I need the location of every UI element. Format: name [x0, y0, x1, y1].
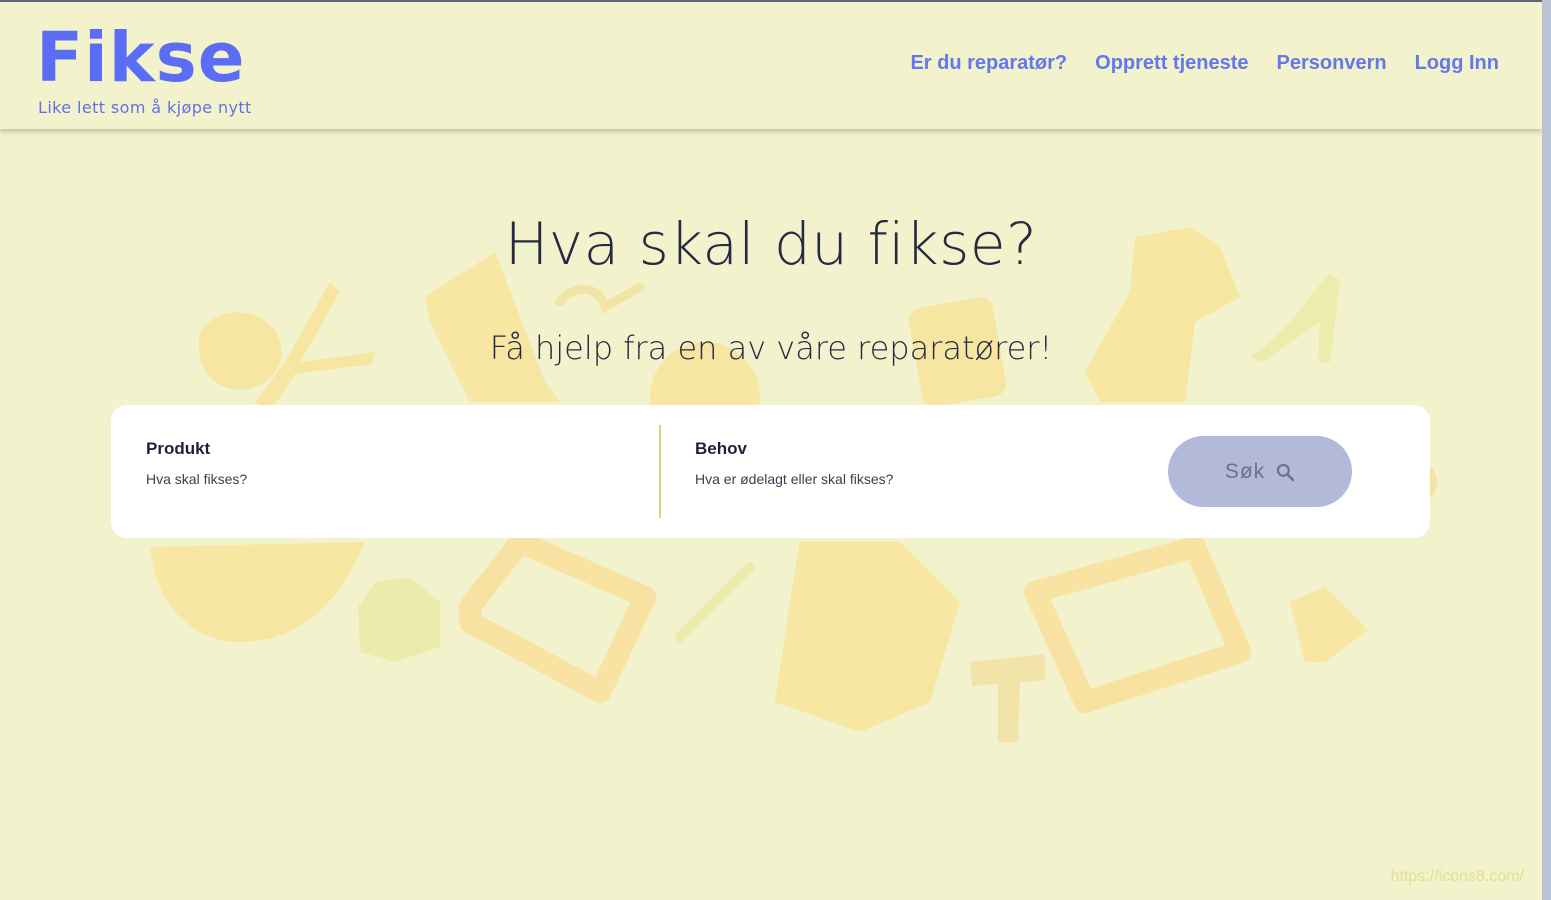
vest-illustration: [775, 542, 960, 732]
logo[interactable]: Fikse: [36, 22, 246, 94]
search-icon: [1277, 463, 1295, 481]
main-nav: Er du reparatør? Opprett tjeneste Person…: [910, 52, 1499, 75]
nav-link-repairer[interactable]: Er du reparatør?: [910, 52, 1067, 75]
nav-link-privacy[interactable]: Personvern: [1277, 52, 1387, 75]
monitor-illustration: [1024, 536, 1251, 713]
search-button-label: Søk: [1224, 459, 1266, 483]
need-field[interactable]: Behov: [695, 439, 1115, 487]
laptop-illustration: [459, 531, 656, 703]
window-edge: [1542, 0, 1551, 900]
tagline: Like lett som å kjøpe nytt: [38, 98, 252, 117]
product-label: Produkt: [146, 439, 211, 458]
need-label: Behov: [695, 439, 747, 458]
need-input[interactable]: [695, 471, 1115, 487]
nav-link-login[interactable]: Logg Inn: [1415, 52, 1499, 75]
product-field[interactable]: Produkt: [146, 439, 566, 487]
hammer-illustration: [970, 654, 1045, 742]
jacket-illustration: [358, 577, 440, 662]
needle-illustration: [675, 562, 755, 642]
thimble-illustration: [1290, 587, 1368, 662]
nav-link-create-service[interactable]: Opprett tjeneste: [1095, 52, 1248, 75]
search-button[interactable]: Søk: [1168, 436, 1352, 507]
site-header: Fikse Like lett som å kjøpe nytt Er du r…: [0, 2, 1542, 129]
tape-measure-illustration: [150, 542, 365, 642]
field-divider: [659, 425, 661, 518]
pin-illustration: [555, 282, 645, 314]
product-input[interactable]: [146, 471, 566, 487]
hero-subtitle: Få hjelp fra en av våre reparatører!: [489, 329, 1053, 367]
search-card: Produkt Behov Søk: [111, 405, 1430, 538]
hero-title: Hva skal du fikse?: [504, 210, 1038, 278]
icons-credit[interactable]: https://icons8.com/: [1391, 868, 1524, 886]
app-window: Fikse Like lett som å kjøpe nytt Er du r…: [0, 0, 1542, 900]
